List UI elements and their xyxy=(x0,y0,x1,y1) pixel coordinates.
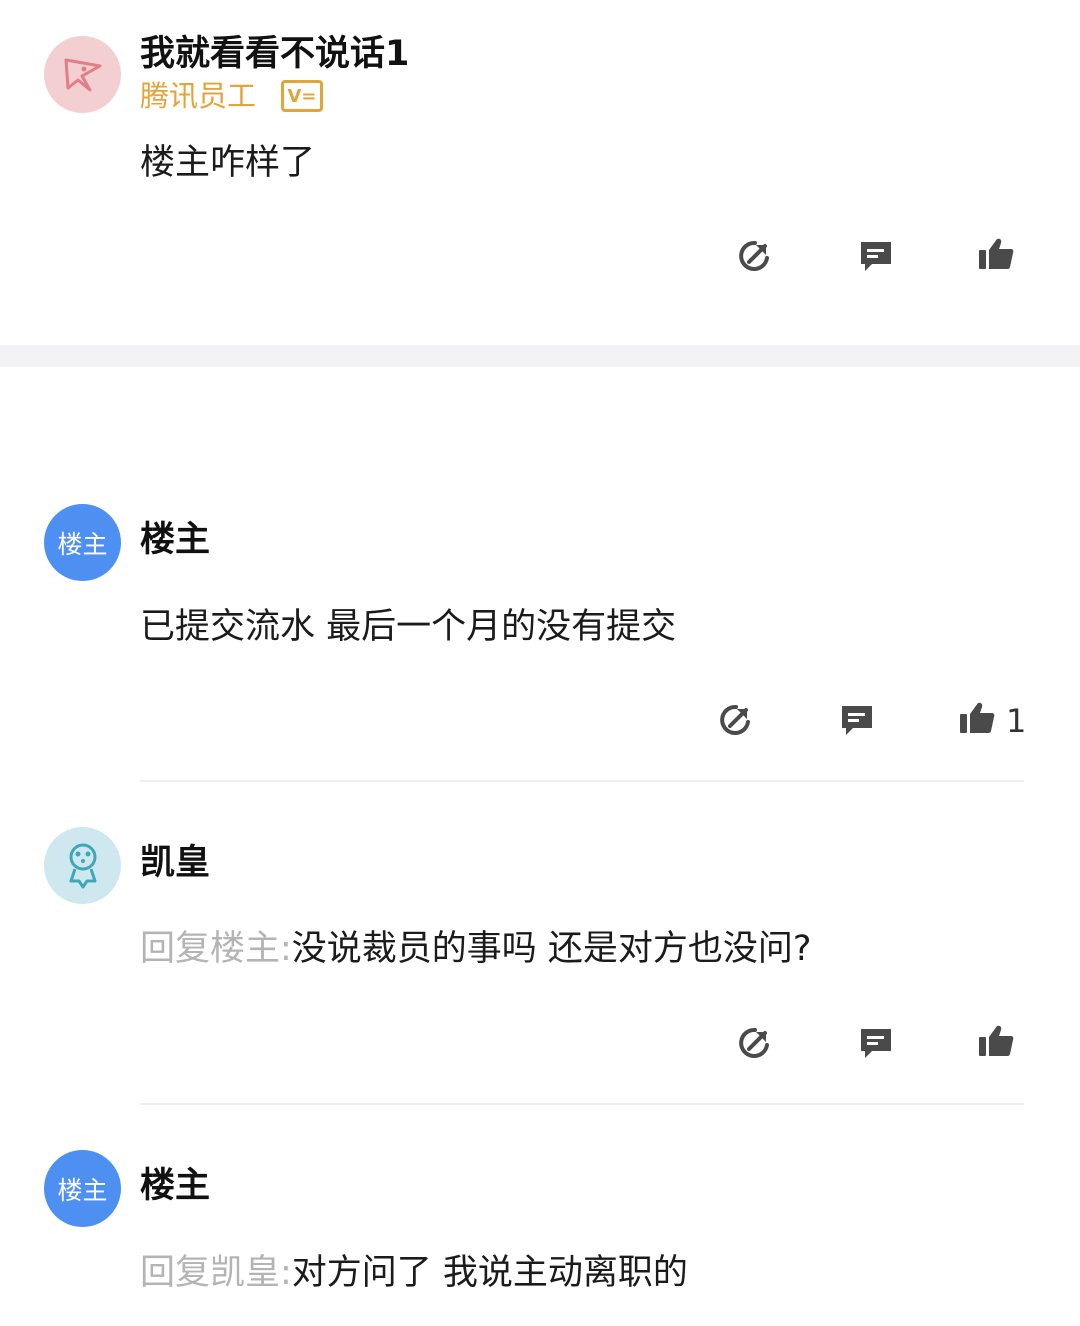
like-icon[interactable] xyxy=(976,234,1016,274)
comment-body: 对方问了 我说主动离职的 xyxy=(291,1253,688,1293)
share-icon[interactable] xyxy=(716,700,756,740)
comment-icon[interactable] xyxy=(856,1023,896,1063)
author-name[interactable]: 凯皇 xyxy=(140,846,210,881)
author-name[interactable]: 楼主 xyxy=(140,523,210,558)
reply-prefix[interactable]: 回复凯皇: xyxy=(140,1253,292,1293)
avatar[interactable] xyxy=(44,827,121,904)
creature-avatar-icon xyxy=(69,843,96,888)
comment-body: 没说裁员的事吗 还是对方也没问? xyxy=(291,929,812,969)
avatar-owner[interactable]: 楼主 xyxy=(44,1150,121,1227)
avatar-label: 楼主 xyxy=(57,1175,108,1205)
verified-badge-icon: V= xyxy=(281,80,323,112)
share-icon[interactable] xyxy=(735,1023,775,1063)
like-count: 1 xyxy=(1006,702,1027,740)
employee-badge-label: 腾讯员工 xyxy=(140,79,257,113)
author-name[interactable]: 楼主 xyxy=(140,1169,210,1204)
share-icon[interactable] xyxy=(735,236,775,276)
divider xyxy=(140,1103,1024,1105)
flag-avatar-icon xyxy=(64,58,101,91)
comment-icon[interactable] xyxy=(837,700,877,740)
author-name[interactable]: 我就看看不说话1 xyxy=(140,37,409,72)
like-icon[interactable] xyxy=(976,1021,1016,1061)
comment-icon[interactable] xyxy=(856,236,896,276)
comment-text: 已提交流水 最后一个月的没有提交 xyxy=(140,607,677,647)
section-separator xyxy=(0,345,1080,367)
like-icon[interactable] xyxy=(957,698,997,738)
comment-text: 楼主咋样了 xyxy=(140,143,316,183)
divider xyxy=(140,780,1024,782)
reply-prefix[interactable]: 回复楼主: xyxy=(140,929,292,969)
avatar[interactable] xyxy=(44,36,121,113)
comment-text: 回复楼主:没说裁员的事吗 还是对方也没问? xyxy=(140,932,812,967)
avatar-label: 楼主 xyxy=(57,529,108,559)
avatar-owner[interactable]: 楼主 xyxy=(44,504,121,581)
comment-text: 回复凯皇:对方问了 我说主动离职的 xyxy=(140,1256,688,1291)
